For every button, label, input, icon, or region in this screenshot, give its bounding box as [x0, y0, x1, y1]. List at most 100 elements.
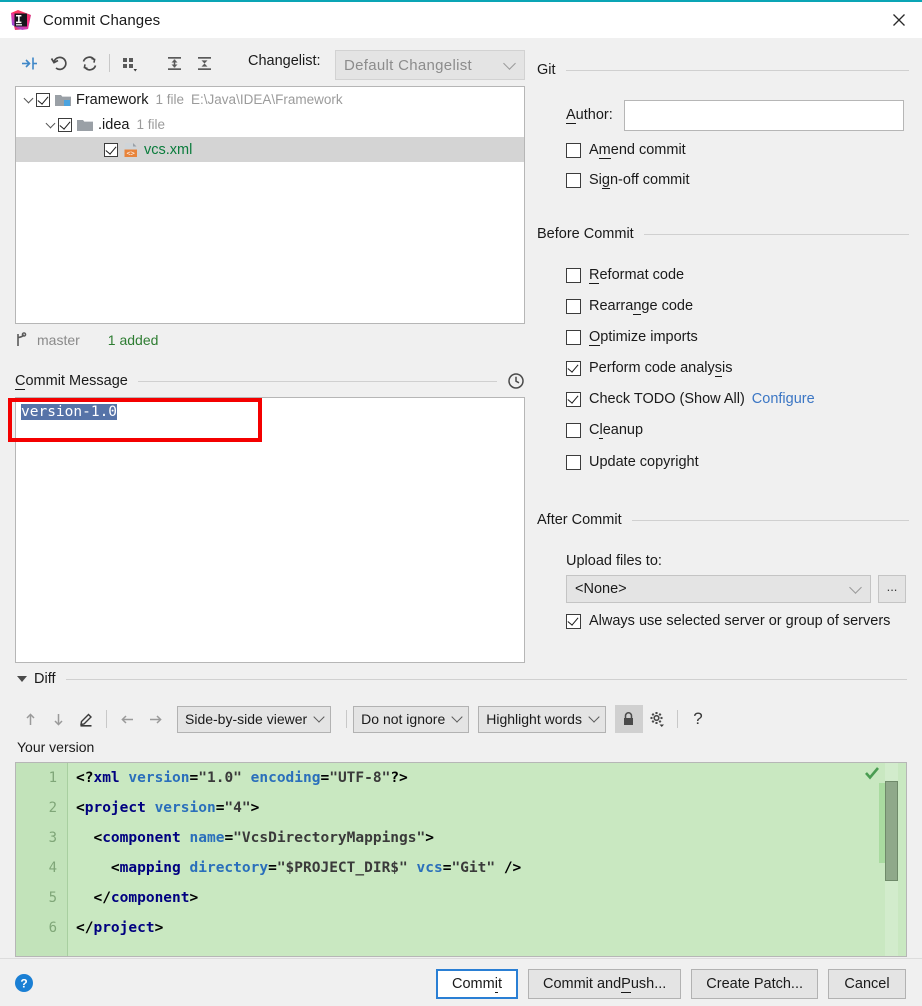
green-checkmark-icon — [865, 767, 879, 780]
author-field[interactable] — [624, 100, 904, 131]
help-circle-icon[interactable]: ? — [14, 973, 34, 993]
tree-expander[interactable] — [42, 118, 58, 130]
diff-viewer[interactable]: 1 2 3 4 5 6 <?xml version="1.0" encoding… — [15, 762, 907, 957]
changed-files-tree[interactable]: Framework 1 file E:\Java\IDEA\Framework … — [15, 86, 525, 324]
upload-files-label: Upload files to: — [566, 553, 662, 569]
tree-node-name: .idea — [98, 116, 130, 133]
upload-server-dropdown[interactable]: <None> — [566, 575, 871, 603]
code-line: <component name="VcsDirectoryMappings"> — [76, 830, 434, 846]
git-section-header: Git — [537, 62, 909, 78]
row-checkbox[interactable] — [36, 92, 50, 107]
viewer-mode-dropdown[interactable]: Side-by-side viewer — [177, 705, 332, 733]
changelist-value: Default Changelist — [344, 56, 472, 74]
commit-message-input[interactable]: version-1.0 — [15, 397, 525, 663]
history-clock-icon[interactable] — [507, 372, 525, 390]
always-use-server-checkbox[interactable]: Always use selected server or group of s… — [566, 613, 890, 629]
close-window-button[interactable] — [876, 2, 922, 38]
edit-source-icon[interactable] — [72, 705, 100, 733]
rearrange-code-checkbox[interactable]: Rearrange code — [566, 298, 693, 315]
chevron-down-icon — [503, 56, 516, 70]
line-number: 3 — [48, 830, 57, 846]
configure-todo-link[interactable]: Configure — [752, 391, 815, 407]
status-badge: 1 added — [107, 332, 159, 348]
section-divider — [65, 678, 907, 680]
changelist-label: Changelist: — [248, 53, 321, 69]
code-line: <project version="4"> — [76, 800, 260, 816]
footer-button-row: Comm i t Commit and Push... Create Patch..… — [436, 969, 906, 999]
diff-code-content[interactable]: <?xml version="1.0" encoding="UTF-8"?> <p… — [76, 763, 866, 943]
diff-section-title: Diff — [34, 671, 56, 687]
update-copyright-label: Update copyright — [589, 454, 699, 470]
changelist-dropdown[interactable]: Default Changelist — [335, 50, 525, 80]
tree-node-path: E:\Java\IDEA\Framework — [191, 92, 343, 107]
diff-scrollbar-thumb[interactable] — [885, 781, 898, 881]
perform-code-analysis-checkbox[interactable]: Perform code analysis — [566, 360, 733, 377]
tree-expander[interactable] — [20, 93, 36, 105]
update-copyright-checkbox[interactable]: Update copyright — [566, 454, 699, 470]
commit-button[interactable]: Comm i t — [436, 969, 518, 999]
after-commit-section-header: After Commit — [537, 512, 909, 528]
table-row[interactable]: .idea 1 file — [16, 112, 524, 137]
cleanup-checkbox[interactable]: Cleanup — [566, 422, 644, 439]
check-todo-label: Check TODO (Show All) — [589, 391, 745, 407]
previous-difference-icon[interactable] — [16, 705, 44, 733]
lock-icon[interactable] — [614, 705, 643, 733]
accept-left-icon[interactable] — [113, 705, 141, 733]
tree-node-meta: 1 file — [155, 92, 185, 107]
create-patch-button[interactable]: Create Patch... — [691, 969, 818, 999]
refresh-icon[interactable] — [74, 49, 104, 77]
chevron-down-icon — [849, 580, 862, 594]
toolbar-separator — [106, 710, 107, 728]
expand-all-icon[interactable] — [159, 49, 189, 77]
chevron-down-icon — [451, 711, 463, 723]
checkbox-box — [566, 298, 581, 314]
section-divider — [137, 380, 497, 382]
line-number: 1 — [48, 770, 57, 786]
row-checkbox[interactable] — [58, 117, 72, 132]
reformat-code-checkbox[interactable]: Reformat code — [566, 267, 684, 284]
before-commit-section-header: Before Commit — [537, 226, 909, 242]
show-diff-icon[interactable] — [14, 49, 44, 77]
amend-commit-checkbox[interactable]: Amend commit — [566, 142, 686, 159]
cancel-button[interactable]: Cancel — [828, 969, 906, 999]
highlight-mode-dropdown[interactable]: Highlight words — [478, 705, 606, 733]
ignore-mode-dropdown[interactable]: Do not ignore — [353, 705, 470, 733]
checkbox-box — [566, 360, 581, 376]
rollback-icon[interactable] — [44, 49, 74, 77]
cleanup-label: Cleanup — [589, 422, 644, 439]
next-difference-icon[interactable] — [44, 705, 72, 733]
collapse-all-icon[interactable] — [189, 49, 219, 77]
row-checkbox[interactable] — [104, 142, 118, 157]
table-row[interactable]: <> vcs.xml — [16, 137, 524, 162]
table-row[interactable]: Framework 1 file E:\Java\IDEA\Framework — [16, 87, 524, 112]
section-divider — [631, 519, 909, 521]
chevron-down-icon — [588, 711, 600, 723]
optimize-imports-checkbox[interactable]: Optimize imports — [566, 329, 698, 346]
before-commit-section-title: Before Commit — [537, 226, 634, 242]
browse-servers-button[interactable]: ... — [878, 575, 906, 603]
checkbox-box — [566, 267, 581, 283]
highlight-mode-value: Highlight words — [486, 711, 582, 727]
toolbar-separator — [109, 54, 110, 72]
toolbar-separator — [676, 710, 678, 728]
group-by-icon[interactable] — [115, 49, 145, 77]
checkbox-box — [566, 613, 581, 629]
commit-message-label: Commit Message — [15, 373, 128, 390]
author-label: Author: — [566, 107, 613, 124]
diff-line-numbers: 1 2 3 4 5 6 — [16, 763, 68, 956]
line-number: 5 — [48, 890, 57, 906]
commit-message-value: version-1.0 — [21, 404, 118, 420]
upload-server-value: <None> — [575, 581, 627, 597]
checkbox-box — [566, 329, 581, 345]
sign-off-commit-checkbox[interactable]: Sign-off commit — [566, 172, 690, 189]
always-use-server-label: Always use selected server or group of s… — [589, 613, 891, 629]
check-todo-checkbox[interactable]: Check TODO (Show All) Configure — [566, 391, 815, 407]
perform-code-analysis-label: Perform code analysis — [589, 360, 733, 377]
commit-and-push-button[interactable]: Commit and Push... — [527, 969, 682, 999]
tree-node-name: Framework — [76, 91, 149, 108]
collapse-diff-icon[interactable] — [17, 676, 27, 682]
folder-icon — [77, 119, 93, 131]
gear-icon[interactable] — [643, 705, 671, 733]
accept-right-icon[interactable] — [141, 705, 169, 733]
question-mark-icon[interactable]: ? — [684, 705, 712, 733]
